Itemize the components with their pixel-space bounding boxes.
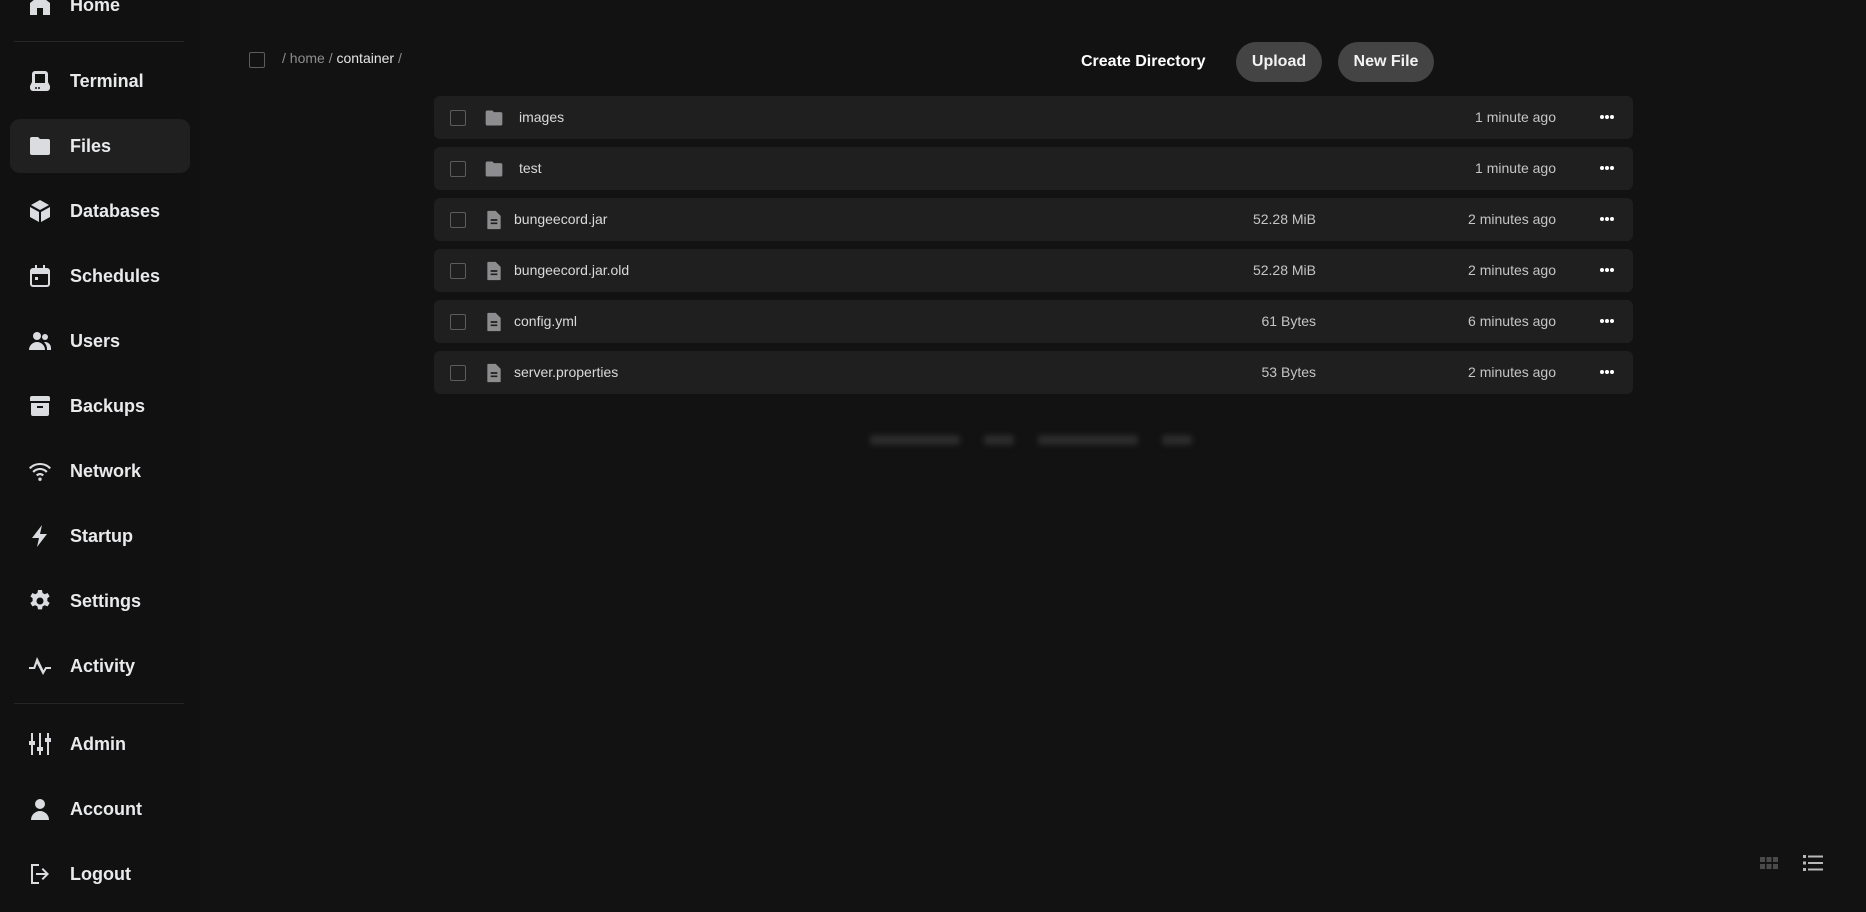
file-row[interactable]: bungeecord.jar.old 52.28 MiB 2 minutes a… [434,249,1633,292]
sidebar: Home Terminal Files Databases Schedules … [0,0,199,912]
sidebar-item-activity[interactable]: Activity [10,639,190,693]
sidebar-item-users[interactable]: Users [10,314,190,368]
folder-icon [27,133,53,159]
row-checkbox[interactable] [450,110,466,126]
file-icon [484,363,504,383]
sidebar-item-admin[interactable]: Admin [10,717,190,771]
file-modified: 1 minute ago [1475,109,1556,125]
breadcrumb: / home / container / [282,50,402,66]
select-all-checkbox[interactable] [249,52,265,68]
sidebar-item-databases[interactable]: Databases [10,184,190,238]
file-manager-header: / home / container / Create Directory Up… [235,42,1434,82]
file-size: 53 Bytes [1261,364,1316,380]
bolt-icon [27,523,53,549]
archive-icon [27,393,53,419]
user-icon [27,796,53,822]
file-modified: 2 minutes ago [1468,211,1556,227]
more-options-icon[interactable] [1595,310,1619,332]
sidebar-item-label: Activity [70,655,136,676]
file-name[interactable]: images [519,109,564,125]
sidebar-item-label: Schedules [70,265,161,286]
row-checkbox[interactable] [450,161,466,177]
breadcrumb-home[interactable]: home [290,50,325,66]
sidebar-item-label: Account [70,798,142,819]
sliders-icon [27,731,53,757]
blurred-footer-note [870,432,1192,450]
sidebar-item-label: Files [70,135,112,156]
sidebar-item-label: Terminal [70,70,144,91]
sidebar-divider [14,41,184,42]
file-name[interactable]: bungeecord.jar [514,211,607,227]
sidebar-item-home[interactable]: Home [10,0,190,32]
more-options-icon[interactable] [1595,259,1619,281]
file-size: 61 Bytes [1261,313,1316,329]
logout-icon [27,861,53,887]
create-directory-button[interactable]: Create Directory [1081,42,1206,82]
gear-icon [27,588,53,614]
sidebar-item-label: Network [70,460,142,481]
file-size: 52.28 MiB [1252,211,1316,227]
sidebar-item-network[interactable]: Network [10,444,190,498]
database-icon [27,198,53,224]
file-name[interactable]: server.properties [514,364,618,380]
breadcrumb-container[interactable]: container [336,50,394,66]
file-modified: 2 minutes ago [1468,262,1556,278]
more-options-icon[interactable] [1595,361,1619,383]
file-modified: 2 minutes ago [1468,364,1556,380]
activity-icon [27,653,53,679]
file-icon [484,261,504,281]
sidebar-item-label: Startup [70,525,133,546]
more-options-icon[interactable] [1595,157,1619,179]
more-options-icon[interactable] [1595,106,1619,128]
file-row[interactable]: config.yml 61 Bytes 6 minutes ago [434,300,1633,343]
sidebar-item-files[interactable]: Files [10,119,190,173]
users-icon [27,328,53,354]
file-name[interactable]: config.yml [514,313,577,329]
sidebar-item-logout[interactable]: Logout [10,847,190,901]
wifi-icon [27,458,53,484]
file-row[interactable]: bungeecord.jar 52.28 MiB 2 minutes ago [434,198,1633,241]
file-size: 52.28 MiB [1252,262,1316,278]
file-name[interactable]: test [519,160,542,176]
file-modified: 6 minutes ago [1468,313,1556,329]
sidebar-item-account[interactable]: Account [10,782,190,836]
file-row[interactable]: test 1 minute ago [434,147,1633,190]
upload-button[interactable]: Upload [1236,42,1322,82]
row-checkbox[interactable] [450,263,466,279]
sidebar-item-label: Logout [70,863,131,884]
calendar-icon [27,263,53,289]
file-row[interactable]: server.properties 53 Bytes 2 minutes ago [434,351,1633,394]
sidebar-item-backups[interactable]: Backups [10,379,190,433]
sidebar-item-settings[interactable]: Settings [10,574,190,628]
row-checkbox[interactable] [450,365,466,381]
file-row[interactable]: images 1 minute ago [434,96,1633,139]
home-icon [27,0,53,18]
grid-view-icon[interactable] [1758,852,1780,874]
file-icon [484,210,504,230]
more-options-icon[interactable] [1595,208,1619,230]
folder-icon [484,108,504,128]
sidebar-item-terminal[interactable]: Terminal [10,54,190,108]
sidebar-item-label: Home [70,0,121,15]
row-checkbox[interactable] [450,314,466,330]
new-file-button[interactable]: New File [1338,42,1434,82]
sidebar-item-schedules[interactable]: Schedules [10,249,190,303]
sidebar-item-label: Backups [70,395,146,416]
file-name[interactable]: bungeecord.jar.old [514,262,629,278]
file-icon [484,312,504,332]
sidebar-item-label: Settings [70,590,142,611]
sidebar-item-label: Admin [70,733,126,754]
list-view-icon[interactable] [1802,852,1824,874]
sidebar-item-startup[interactable]: Startup [10,509,190,563]
row-checkbox[interactable] [450,212,466,228]
folder-icon [484,159,504,179]
file-modified: 1 minute ago [1475,160,1556,176]
sidebar-item-label: Users [70,330,121,351]
terminal-icon [27,68,53,94]
sidebar-divider [14,703,184,704]
sidebar-item-label: Databases [70,200,161,221]
